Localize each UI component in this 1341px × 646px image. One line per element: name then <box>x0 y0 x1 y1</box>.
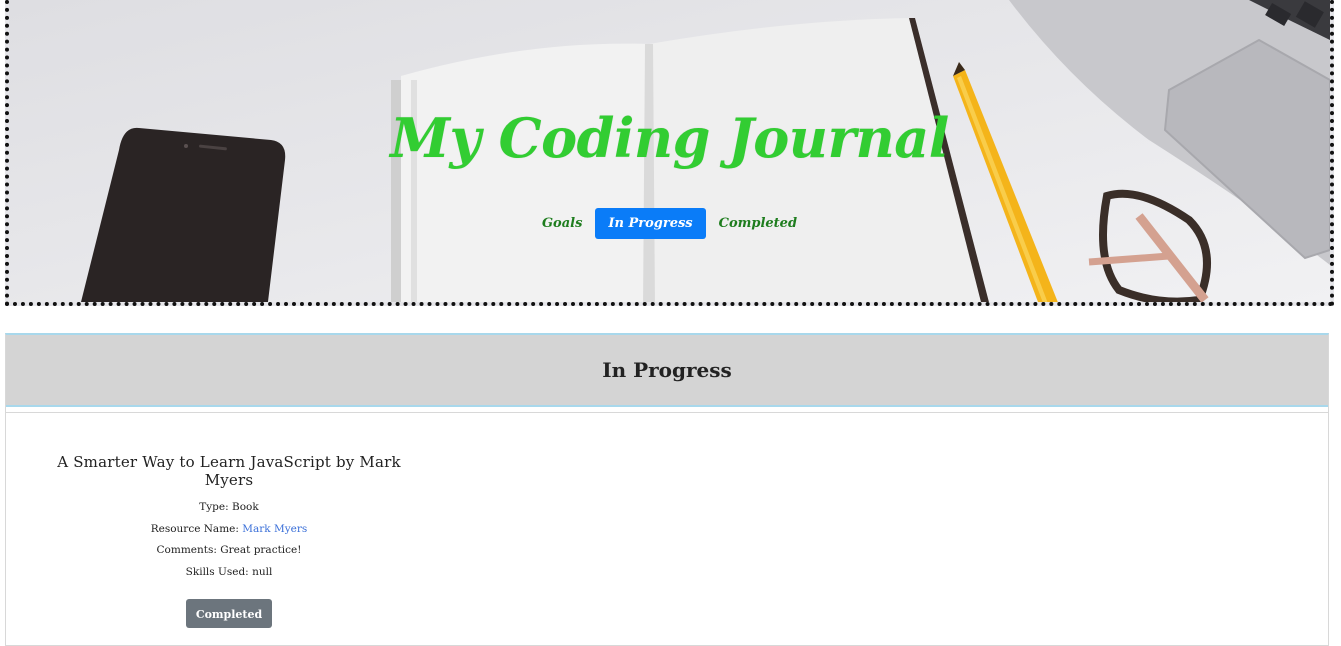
nav-link-goals[interactable]: Goals <box>542 208 582 239</box>
entry-resource-label: Resource Name: <box>150 522 239 535</box>
nav-link-completed[interactable]: Completed <box>719 208 797 239</box>
site-title: My Coding Journal <box>390 106 949 170</box>
mark-completed-button[interactable]: Completed <box>185 599 273 628</box>
in-progress-section: In Progress A Smarter Way to Learn JavaS… <box>5 333 1329 646</box>
section-title: In Progress <box>602 358 732 382</box>
journal-entry-card: A Smarter Way to Learn JavaScript by Mar… <box>39 453 419 628</box>
entry-type-value: Book <box>232 501 259 513</box>
entry-comments-value: Great practice! <box>220 544 302 556</box>
entry-comments: Comments: Great practice! <box>39 540 419 562</box>
section-divider <box>6 407 1328 413</box>
nav-link-in-progress[interactable]: In Progress <box>595 207 706 239</box>
entry-comments-label: Comments: <box>156 544 217 556</box>
entry-title: A Smarter Way to Learn JavaScript by Mar… <box>57 453 401 489</box>
main-nav: Goals In Progress Completed <box>9 207 1330 239</box>
entry-skills: Skills Used: null <box>39 562 419 584</box>
entry-skills-value: null <box>252 565 273 578</box>
hero-banner: My Coding Journal Goals In Progress Comp… <box>5 0 1334 306</box>
entry-type: Type: Book <box>39 497 419 519</box>
resource-name-link[interactable]: Mark Myers <box>242 523 307 535</box>
entry-type-label: Type: <box>199 501 229 513</box>
entry-resource: Resource Name: Mark Myers <box>39 519 419 541</box>
section-header: In Progress <box>6 335 1328 407</box>
entry-skills-label: Skills Used: <box>185 565 249 578</box>
